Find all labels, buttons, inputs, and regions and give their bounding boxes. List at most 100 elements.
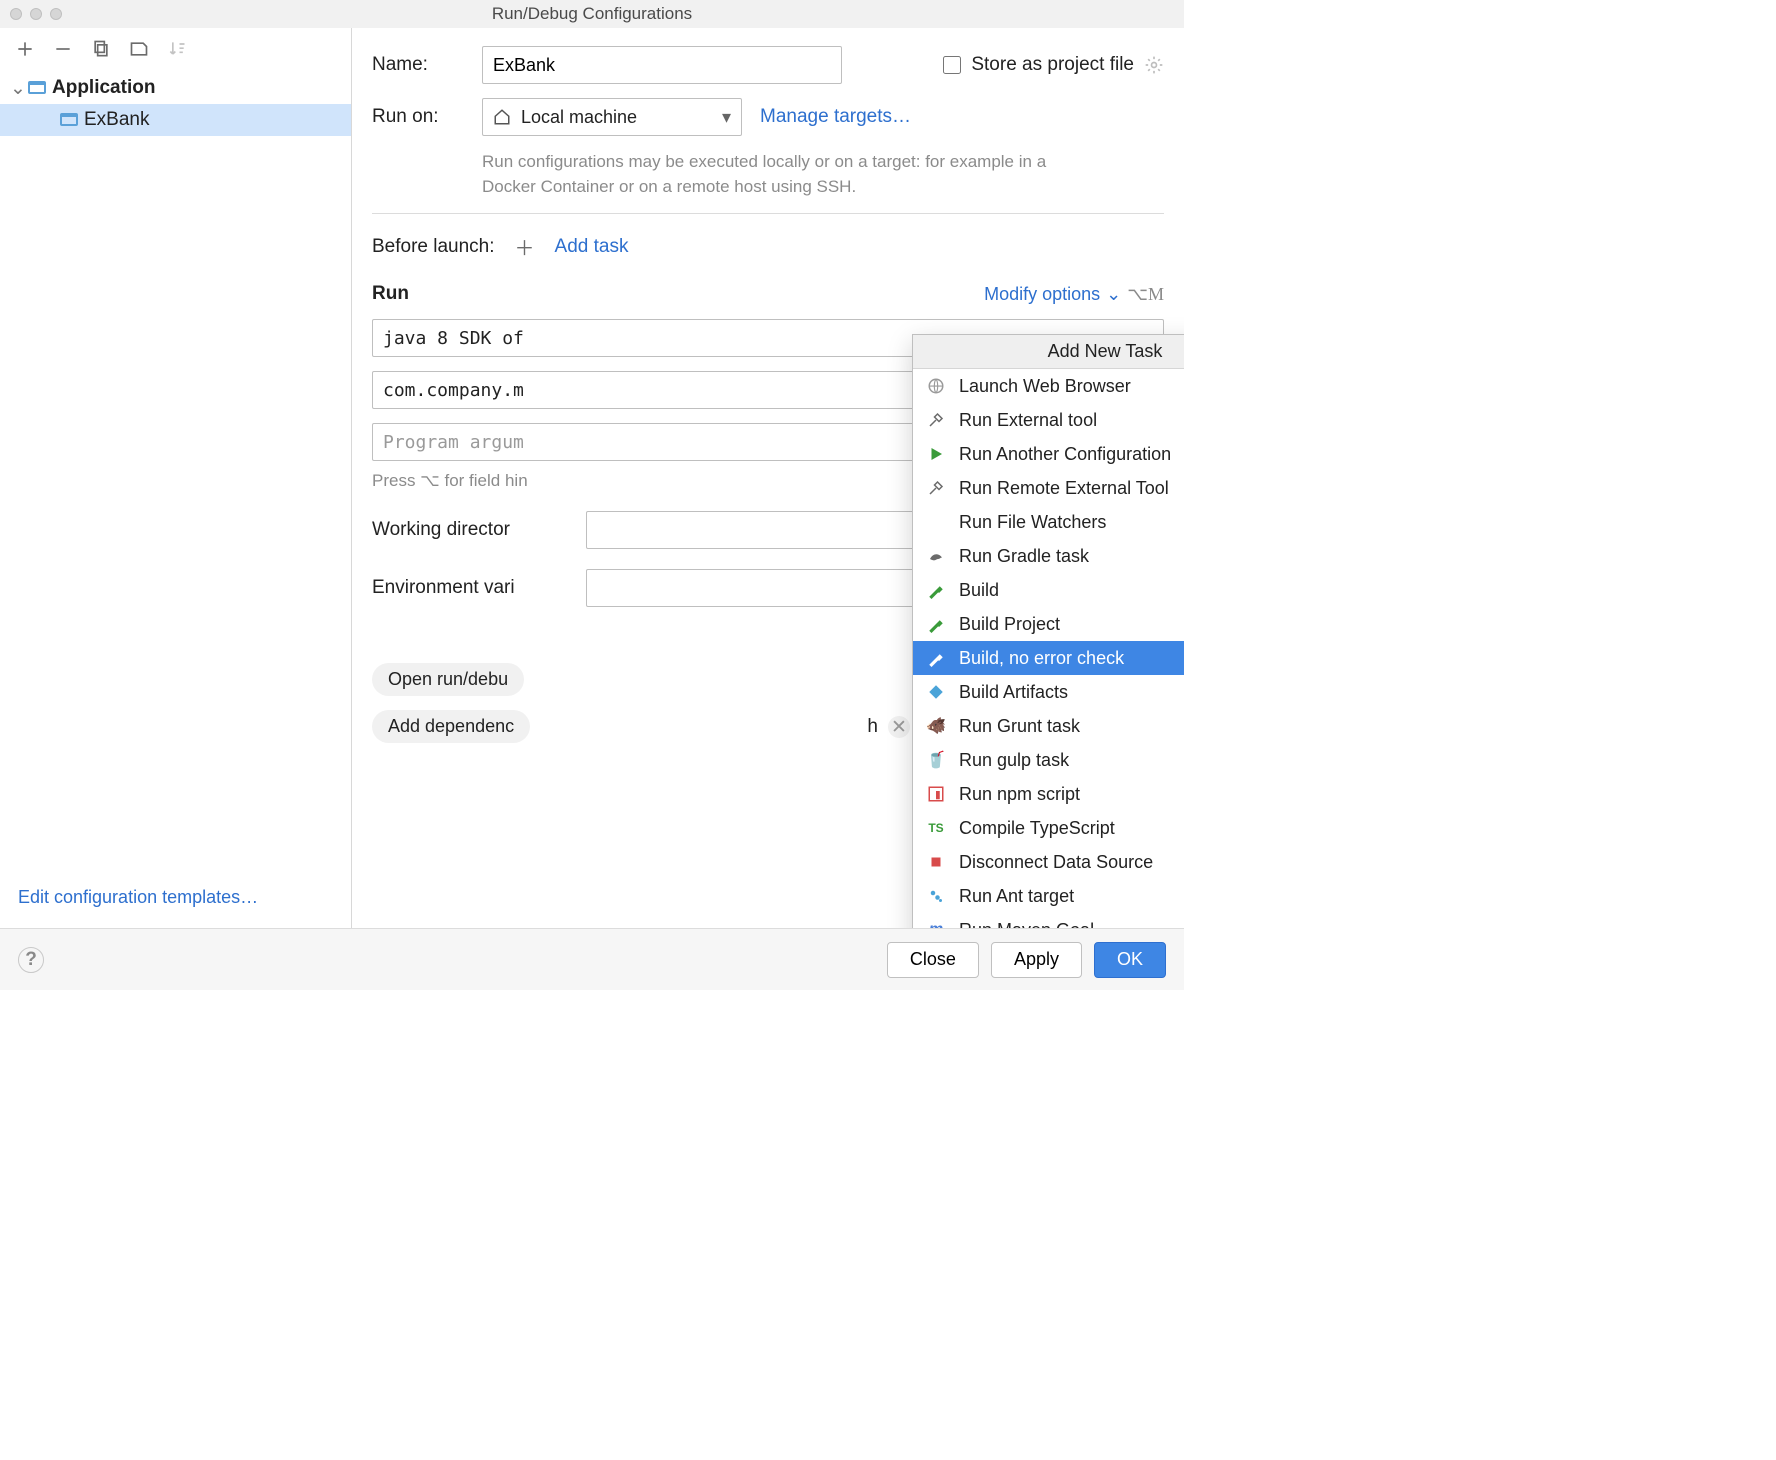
hammer-icon	[925, 613, 947, 635]
manage-targets-link[interactable]: Manage targets…	[760, 106, 911, 128]
chevron-down-icon: ▾	[722, 107, 731, 128]
remove-config-icon[interactable]	[52, 38, 74, 60]
popup-item-label: Disconnect Data Source	[959, 852, 1153, 873]
program-args-placeholder: Program argum	[383, 432, 524, 453]
store-as-project-checkbox[interactable]	[943, 56, 961, 74]
db-icon	[925, 851, 947, 873]
play-icon	[925, 443, 947, 465]
popup-item[interactable]: Run Remote External Tool	[913, 471, 1184, 505]
add-task-plus-icon[interactable]: ＋	[511, 232, 539, 261]
ok-button[interactable]: OK	[1094, 942, 1166, 978]
add-task-link[interactable]: Add task	[555, 236, 629, 258]
main-class-value: com.company.m	[383, 380, 524, 401]
close-button[interactable]: Close	[887, 942, 979, 978]
runon-help-text: Run configurations may be executed local…	[372, 150, 1092, 199]
popup-item[interactable]: Run Another Configuration	[913, 437, 1184, 471]
config-panel: Name: Store as project file Run on: Loca…	[352, 28, 1184, 928]
popup-item[interactable]: Launch Web Browser	[913, 369, 1184, 403]
popup-item-label: Build, no error check	[959, 648, 1124, 669]
popup-item-label: Compile TypeScript	[959, 818, 1115, 839]
runon-value: Local machine	[521, 107, 637, 128]
chip-label: Add dependenc	[388, 716, 514, 737]
edit-templates-link[interactable]: Edit configuration templates…	[0, 873, 351, 928]
popup-item-label: Build Artifacts	[959, 682, 1068, 703]
popup-item-label: Run Grunt task	[959, 716, 1080, 737]
popup-item[interactable]: Run File Watchers	[913, 505, 1184, 539]
working-dir-label: Working director	[372, 519, 572, 541]
add-config-icon[interactable]	[14, 38, 36, 60]
npm-icon	[925, 783, 947, 805]
popup-item[interactable]: m Run Maven Goal	[913, 913, 1184, 928]
hammer-icon	[925, 579, 947, 601]
popup-item[interactable]: Disconnect Data Source	[913, 845, 1184, 879]
before-launch-label: Before launch:	[372, 236, 495, 258]
chevron-down-icon: ⌄	[10, 77, 22, 100]
apply-button[interactable]: Apply	[991, 942, 1082, 978]
tools-icon	[925, 409, 947, 431]
sort-config-icon[interactable]	[166, 38, 188, 60]
gear-icon[interactable]	[1144, 55, 1164, 75]
tree-node-label: Application	[52, 77, 155, 99]
separator	[372, 213, 1164, 214]
popup-item-label: Run External tool	[959, 410, 1097, 431]
copy-config-icon[interactable]	[90, 38, 112, 60]
popup-item-label: Run Gradle task	[959, 546, 1089, 567]
hammer-icon	[925, 647, 947, 669]
runon-combo[interactable]: Local machine ▾	[482, 98, 742, 136]
dialog-footer: ? Close Apply OK	[0, 928, 1184, 990]
popup-item[interactable]: TS Compile TypeScript	[913, 811, 1184, 845]
popup-item-label: Build Project	[959, 614, 1060, 635]
jdk-value: java 8 SDK of	[383, 328, 524, 349]
tools-icon	[925, 477, 947, 499]
popup-item-label: Build	[959, 580, 999, 601]
chip-tail: h	[867, 716, 878, 738]
close-icon[interactable]: ✕	[888, 716, 910, 738]
popup-item[interactable]: 🐗 Run Grunt task	[913, 709, 1184, 743]
popup-item-label: Run File Watchers	[959, 512, 1106, 533]
popup-item[interactable]: 🥤Run gulp task	[913, 743, 1184, 777]
chip-open-tool-window[interactable]: Open run/debu	[372, 663, 524, 696]
gradle-icon	[925, 545, 947, 567]
tree-node-application[interactable]: ⌄ Application	[0, 72, 351, 104]
grunt-icon: 🐗	[925, 715, 947, 737]
name-input-field[interactable]	[493, 55, 831, 76]
popup-item[interactable]: Build Project	[913, 607, 1184, 641]
modify-options-shortcut: ⌥M	[1127, 284, 1164, 305]
add-new-task-popup: Add New Task Launch Web BrowserRun Exter…	[912, 334, 1184, 928]
popup-items: Launch Web Browser Run External tool Run A…	[913, 369, 1184, 928]
window-titlebar: Run/Debug Configurations	[0, 0, 1184, 28]
home-icon	[493, 108, 511, 126]
help-button[interactable]: ?	[18, 947, 44, 973]
application-type-icon	[28, 79, 46, 97]
ant-icon	[925, 885, 947, 907]
popup-item-label: Run Maven Goal	[959, 920, 1094, 929]
popup-item-label: Run Another Configuration	[959, 444, 1171, 465]
maven-icon: m	[925, 919, 947, 928]
popup-item[interactable]: Build	[913, 573, 1184, 607]
sidebar-toolbar	[0, 32, 351, 68]
popup-item[interactable]: Build, no error check	[913, 641, 1184, 675]
globe-icon	[925, 375, 947, 397]
popup-item-label: Run Remote External Tool	[959, 478, 1169, 499]
application-type-icon	[60, 111, 78, 129]
popup-item[interactable]: Build Artifacts	[913, 675, 1184, 709]
tree-node-exbank[interactable]: ExBank	[0, 104, 351, 136]
modify-options-link[interactable]: Modify options	[984, 284, 1100, 305]
env-vars-label: Environment vari	[372, 577, 572, 599]
chip-add-dependencies[interactable]: Add dependenc	[372, 710, 530, 743]
store-as-project-label: Store as project file	[971, 54, 1134, 76]
run-section-header: Run	[372, 283, 409, 305]
popup-item[interactable]: Run External tool	[913, 403, 1184, 437]
popup-item-label: Run npm script	[959, 784, 1080, 805]
ts-icon: TS	[925, 817, 947, 839]
popup-item[interactable]: Run npm script	[913, 777, 1184, 811]
config-tree: ⌄ Application ExBank	[0, 68, 351, 873]
runon-label: Run on:	[372, 106, 464, 128]
tree-node-label: ExBank	[84, 109, 149, 131]
name-input[interactable]	[482, 46, 842, 84]
save-config-icon[interactable]	[128, 38, 150, 60]
blank-icon	[925, 511, 947, 533]
popup-item[interactable]: Run Gradle task	[913, 539, 1184, 573]
chip-label: Open run/debu	[388, 669, 508, 690]
popup-item[interactable]: Run Ant target	[913, 879, 1184, 913]
